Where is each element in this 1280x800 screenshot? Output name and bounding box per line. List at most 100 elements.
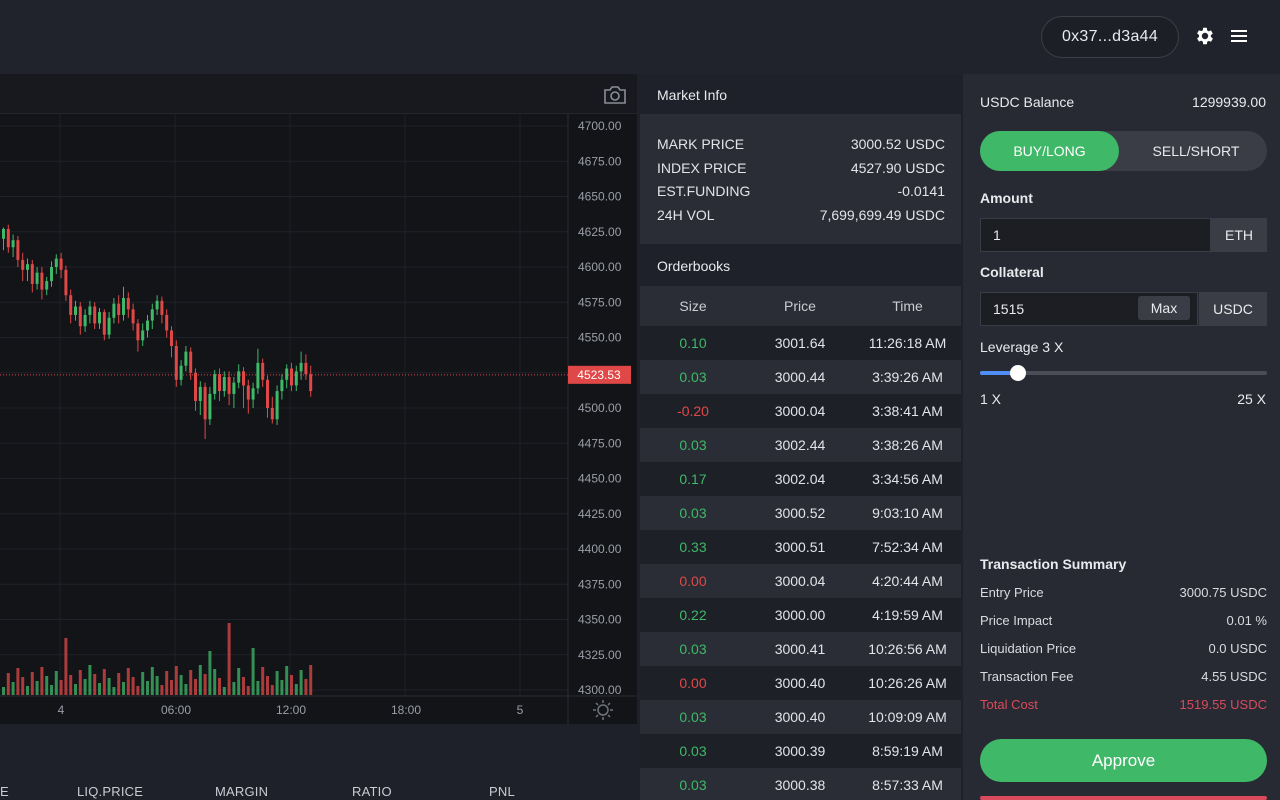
orderbook-row[interactable]: 0.03 3000.38 8:57:33 AM	[640, 768, 961, 800]
orderbook-price: 3000.38	[774, 777, 826, 793]
candle-body	[304, 362, 308, 375]
market-info-row: EST.FUNDING -0.0141	[657, 183, 945, 199]
orderbook-time: 10:26:56 AM	[868, 641, 947, 657]
camera-icon[interactable]	[602, 84, 628, 106]
price-axis-tick: 4450.00	[578, 472, 622, 486]
sell-short-button[interactable]: SELL/SHORT	[1125, 131, 1267, 171]
candle-body	[290, 368, 293, 386]
orderbook-size: 0.03	[679, 437, 707, 453]
liquidation-price-value: 0.0 USDC	[1208, 641, 1267, 656]
orderbook-row[interactable]: 0.00 3000.40 10:26:26 AM	[640, 666, 961, 700]
volume-bar	[11, 682, 15, 695]
buy-long-button[interactable]: BUY/LONG	[980, 131, 1119, 171]
orderbook-time: 7:52:34 AM	[872, 539, 943, 555]
volume-bar	[122, 682, 125, 695]
candle-body	[160, 300, 164, 315]
balance-label: USDC Balance	[980, 94, 1075, 110]
orderbook-row[interactable]: 0.03 3000.39 8:59:19 AM	[640, 734, 961, 768]
market-info-row: INDEX PRICE 4527.90 USDC	[657, 160, 945, 176]
candle-body	[122, 298, 125, 315]
orderbook-time: 8:59:19 AM	[872, 743, 943, 759]
leverage-slider[interactable]	[980, 365, 1267, 381]
price-axis-tick: 4425.00	[578, 507, 622, 521]
orderbook-row[interactable]: 0.00 3000.04 4:20:44 AM	[640, 564, 961, 598]
candle-body	[194, 372, 197, 401]
gear-icon[interactable]	[1194, 25, 1216, 47]
time-axis-tick: 18:00	[391, 703, 421, 717]
volume-bar	[26, 686, 29, 695]
transaction-fee-label: Transaction Fee	[980, 669, 1074, 684]
candle-body	[150, 309, 154, 321]
price-impact-value: 0.01 %	[1226, 613, 1267, 628]
volume-bar	[54, 671, 58, 695]
orderbook-header: Size Price Time	[640, 286, 961, 326]
hamburger-menu-icon[interactable]	[1229, 26, 1249, 46]
volume-bar	[232, 682, 236, 695]
sun-settings-icon[interactable]	[597, 704, 609, 716]
orderbook-time: 9:03:10 AM	[872, 505, 943, 521]
candle-body	[59, 258, 63, 270]
candle-body	[78, 306, 82, 327]
sun-settings-icon-ray	[607, 714, 611, 718]
candle-body	[93, 306, 97, 324]
orderbook-time: 3:38:41 AM	[872, 403, 943, 419]
orderbook-header-size[interactable]: Size	[648, 286, 738, 326]
candle-body	[275, 391, 279, 420]
orderbook-time: 11:26:18 AM	[868, 335, 947, 351]
leverage-slider-thumb[interactable]	[1009, 365, 1026, 381]
volume-bar	[256, 681, 260, 695]
positions-header-margin: MARGIN	[215, 784, 269, 799]
max-button[interactable]: Max	[1138, 296, 1190, 320]
current-price-label: 4523.53	[577, 368, 621, 382]
candle-body	[88, 306, 92, 315]
candle-body	[222, 376, 226, 392]
orderbook-row[interactable]: 0.03 3002.44 3:38:26 AM	[640, 428, 961, 462]
candlestick-chart[interactable]: 4700.00 4675.00 4650.00 4625.00 4600.00 4575.…	[0, 114, 637, 724]
orderbook-size: 0.03	[679, 743, 707, 759]
orderbook-row[interactable]: 0.03 3000.41 10:26:56 AM	[640, 632, 961, 666]
orderbook-row[interactable]: 0.22 3000.00 4:19:59 AM	[640, 598, 961, 632]
wallet-address-button[interactable]: 0x37...d3a44	[1041, 16, 1179, 58]
orderbook-header-price[interactable]: Price	[750, 286, 850, 326]
candle-body	[69, 295, 73, 315]
candle-body	[40, 272, 44, 290]
orderbook-size: 0.00	[679, 675, 707, 691]
price-axis-tick: 4700.00	[578, 119, 622, 133]
orderbook-row[interactable]: 0.10 3001.64 11:26:18 AM	[640, 326, 961, 360]
orderbook-row[interactable]: 0.17 3002.04 3:34:56 AM	[640, 462, 961, 496]
summary-row: Price Impact 0.01 %	[980, 613, 1267, 628]
orderbook-header-time[interactable]: Time	[850, 286, 965, 326]
sun-settings-icon-ray	[595, 714, 599, 718]
price-axis-tick: 4650.00	[578, 190, 622, 204]
price-axis-tick: 4350.00	[578, 613, 622, 627]
candle-body	[102, 312, 106, 335]
candle-body	[184, 351, 188, 366]
orderbook-row[interactable]: 0.03 3000.52 9:03:10 AM	[640, 496, 961, 530]
market-info-row: 24H VOL 7,699,699.49 USDC	[657, 207, 945, 223]
est-funding-value: -0.0141	[897, 183, 945, 199]
price-axis-tick: 4475.00	[578, 436, 622, 450]
orderbook-size: 0.03	[679, 709, 707, 725]
orderbook-row[interactable]: 0.33 3000.51 7:52:34 AM	[640, 530, 961, 564]
orderbook-row[interactable]: -0.20 3000.04 3:38:41 AM	[640, 394, 961, 428]
volume-bar	[179, 675, 183, 695]
volume-bar	[266, 676, 269, 695]
volume-bar	[40, 667, 44, 695]
orderbook-price: 3000.40	[774, 709, 826, 725]
positions-header-size: E	[0, 784, 9, 799]
candle-body	[237, 371, 241, 383]
positions-header-pnl: PNL	[489, 784, 515, 799]
orderbook-size: -0.20	[677, 403, 709, 419]
orderbook-time: 4:20:44 AM	[872, 573, 943, 589]
orderbook-price: 3000.51	[774, 539, 826, 555]
orderbook-row[interactable]: 0.03 3000.44 3:39:26 AM	[640, 360, 961, 394]
orderbook-row[interactable]: 0.03 3000.40 10:09:09 AM	[640, 700, 961, 734]
price-impact-label: Price Impact	[980, 613, 1053, 628]
sun-settings-icon-ray	[607, 702, 611, 706]
volume-bar	[74, 684, 77, 695]
volume-bar	[160, 685, 164, 695]
amount-input[interactable]	[980, 218, 1211, 252]
approve-button[interactable]: Approve	[980, 739, 1267, 782]
price-axis-tick: 4625.00	[578, 225, 622, 239]
candle-body	[98, 312, 101, 324]
